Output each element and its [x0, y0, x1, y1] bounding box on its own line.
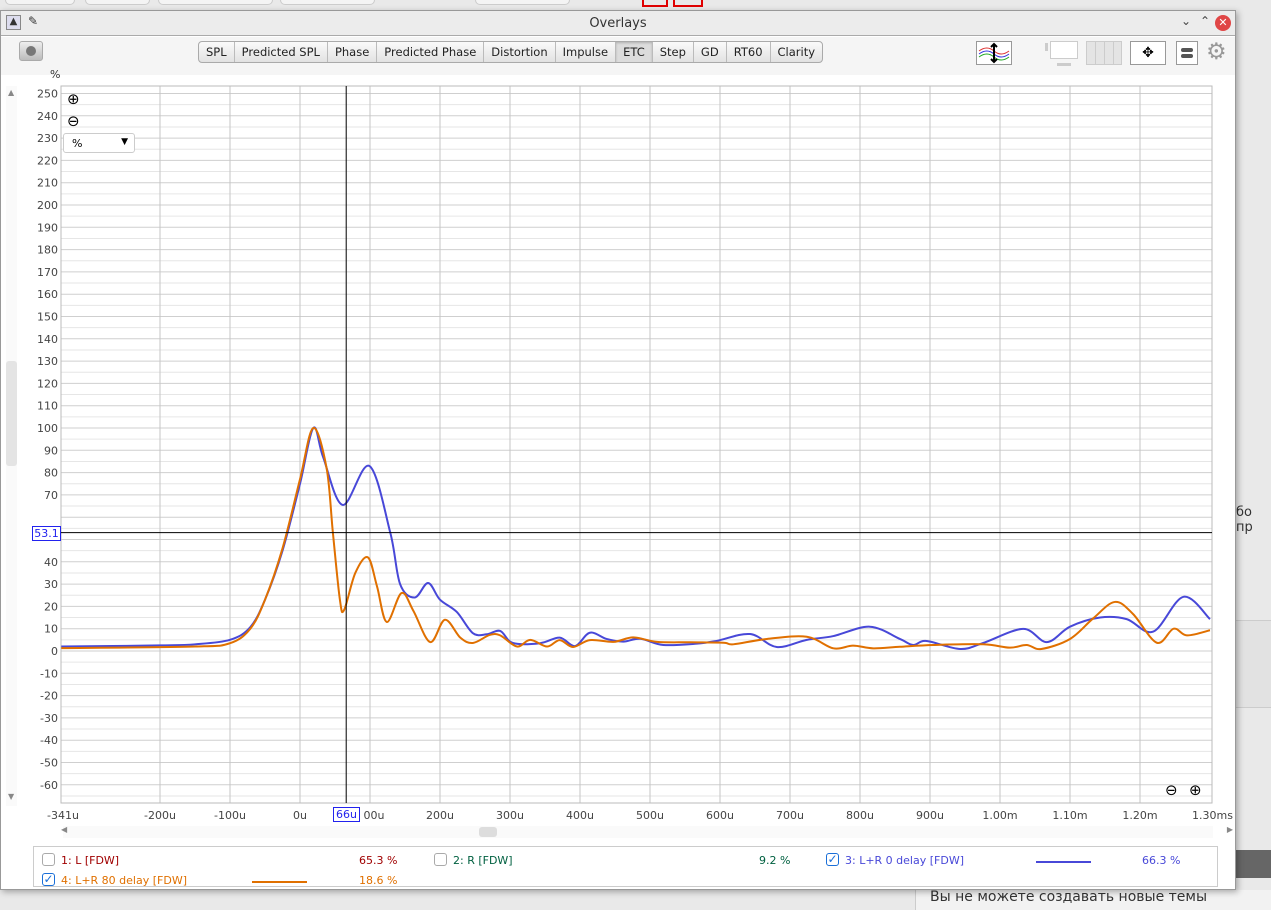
chevron-down-icon: ▼ — [121, 137, 128, 147]
y-tick-label: 170 — [37, 266, 58, 279]
x-tick-label: 300u — [496, 809, 524, 822]
y-tick-label: 160 — [37, 288, 58, 301]
x-zoom-out-icon[interactable]: ⊖ — [1165, 781, 1178, 799]
x-tick-label: 1.10m — [1052, 809, 1087, 822]
unit-select-value: % — [72, 137, 83, 150]
y-tick-label: -60 — [40, 779, 58, 792]
series-line-lr-0-delay — [61, 426, 1211, 650]
y-tick-label: 230 — [37, 132, 58, 145]
x-tick-label: -200u — [144, 809, 176, 822]
y-tick-label: 20 — [44, 600, 58, 613]
y-tick-label: 130 — [37, 355, 58, 368]
y-tick-label: 240 — [37, 110, 58, 123]
x-tick-label: -341u — [47, 809, 79, 822]
y-tick-label: 140 — [37, 333, 58, 346]
x-tick-label: 200u — [426, 809, 454, 822]
y-tick-label: -20 — [40, 690, 58, 703]
y-tick-label: 250 — [37, 88, 58, 101]
y-tick-label: 40 — [44, 556, 58, 569]
x-tick-label: 600u — [706, 809, 734, 822]
y-axis-unit: % — [50, 68, 61, 81]
x-tick-label: 1.00m — [982, 809, 1017, 822]
x-tick-label: 800u — [846, 809, 874, 822]
x-tick-label: 00u — [364, 809, 385, 822]
y-tick-label: 200 — [37, 199, 58, 212]
y-tick-label: 220 — [37, 154, 58, 167]
unit-select[interactable]: % ▼ — [63, 133, 135, 153]
y-tick-label: -50 — [40, 757, 58, 770]
y-tick-label: 190 — [37, 221, 58, 234]
x-tick-label: -100u — [214, 809, 246, 822]
y-tick-label: 120 — [37, 377, 58, 390]
x-tick-label: 1.30ms — [1192, 809, 1233, 822]
y-tick-label: 30 — [44, 578, 58, 591]
x-zoom-in-icon[interactable]: ⊕ — [1189, 781, 1202, 799]
zoom-out-icon[interactable]: ⊖ — [67, 112, 80, 130]
cursor-x-label: 66u — [333, 807, 360, 822]
y-tick-label: 110 — [37, 400, 58, 413]
x-tick-label: 900u — [916, 809, 944, 822]
y-tick-label: 80 — [44, 467, 58, 480]
y-tick-label: 150 — [37, 311, 58, 324]
y-tick-label: -40 — [40, 734, 58, 747]
x-tick-label: 500u — [636, 809, 664, 822]
y-tick-label: 0 — [51, 645, 58, 658]
y-tick-label: 210 — [37, 177, 58, 190]
y-tick-label: 10 — [44, 623, 58, 636]
y-tick-label: 100 — [37, 422, 58, 435]
x-tick-label: 700u — [776, 809, 804, 822]
y-tick-label: -10 — [40, 667, 58, 680]
zoom-in-icon[interactable]: ⊕ — [67, 90, 80, 108]
etc-chart[interactable]: 2502402302202102001901801701601501401301… — [0, 0, 1271, 910]
x-tick-label: 400u — [566, 809, 594, 822]
cursor-y-label: 53.1 — [32, 526, 61, 541]
y-tick-label: 70 — [44, 489, 58, 502]
y-tick-label: 90 — [44, 444, 58, 457]
y-tick-label: -30 — [40, 712, 58, 725]
y-tick-label: 180 — [37, 244, 58, 257]
x-tick-label: 0u — [293, 809, 307, 822]
x-tick-label: 1.20m — [1122, 809, 1157, 822]
